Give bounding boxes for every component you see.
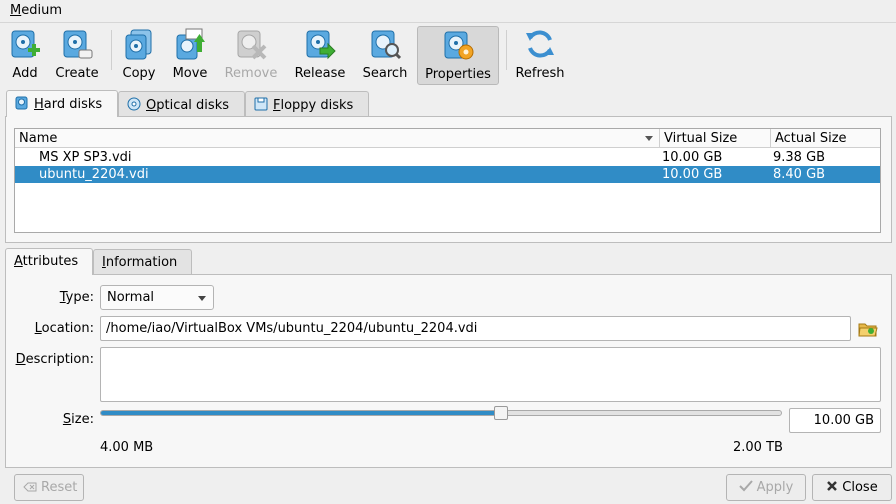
size-value: 10.00 GB — [813, 413, 874, 428]
browse-location-button[interactable] — [857, 318, 879, 340]
create-label: Create — [55, 66, 99, 81]
copy-label: Copy — [122, 66, 156, 81]
size-slider-fill — [101, 411, 502, 415]
move-label: Move — [172, 66, 208, 81]
copy-disk-icon — [125, 29, 152, 60]
size-slider-handle[interactable] — [494, 406, 508, 420]
release-disk-icon — [306, 30, 336, 60]
row-actual-size: 8.40 GB — [773, 167, 826, 182]
refresh-button[interactable]: Refresh — [512, 25, 568, 85]
size-field[interactable]: 10.00 GB — [789, 408, 881, 433]
search-label: Search — [362, 66, 408, 81]
row-name: ubuntu_2204.vdi — [39, 167, 149, 182]
refresh-label: Refresh — [515, 66, 565, 81]
release-button[interactable]: Release — [292, 25, 348, 85]
apply-button[interactable]: Apply — [726, 474, 806, 501]
chevron-down-icon — [198, 296, 206, 301]
optical-disk-icon — [127, 97, 141, 111]
row-virtual-size: 10.00 GB — [662, 150, 723, 165]
location-field[interactable]: /home/iao/VirtualBox VMs/ubuntu_2204/ubu… — [100, 316, 851, 341]
toolbar-separator — [506, 30, 507, 70]
table-row-selected[interactable]: ubuntu_2204.vdi 10.00 GB 8.40 GB — [15, 166, 880, 183]
move-disk-icon — [176, 28, 205, 60]
search-disk-icon — [371, 30, 401, 60]
tab-floppy-disks[interactable]: Floppy disks — [245, 91, 369, 116]
tab-optical-disks[interactable]: Optical disks — [118, 91, 245, 116]
toolbar-separator — [111, 30, 112, 70]
tab-information[interactable]: Information — [93, 249, 192, 274]
refresh-icon — [526, 30, 554, 58]
search-button[interactable]: Search — [360, 25, 410, 85]
type-label: Type: — [59, 290, 94, 305]
add-button[interactable]: Add — [4, 25, 46, 85]
type-value: Normal — [107, 290, 155, 305]
location-value: /home/iao/VirtualBox VMs/ubuntu_2204/ubu… — [106, 321, 478, 336]
close-button[interactable]: Close — [812, 474, 892, 501]
tab-attributes[interactable]: Attributes — [5, 248, 93, 275]
hard-disk-icon — [15, 96, 28, 110]
row-actual-size: 9.38 GB — [773, 150, 826, 165]
menu-bar: Medium — [0, 0, 896, 23]
sort-down-icon — [645, 136, 653, 141]
checkmark-icon — [738, 480, 753, 492]
row-name: MS XP SP3.vdi — [39, 150, 132, 165]
location-label: Location: — [34, 321, 94, 336]
column-header-virtual-size[interactable]: Virtual Size — [660, 129, 771, 148]
size-slider[interactable] — [100, 410, 782, 416]
backspace-icon — [23, 482, 37, 492]
floppy-disk-icon — [254, 97, 268, 111]
table-row[interactable]: MS XP SP3.vdi 10.00 GB 9.38 GB — [15, 149, 880, 166]
move-button[interactable]: Move — [168, 25, 212, 85]
column-header-name[interactable]: Name — [15, 129, 660, 148]
row-virtual-size: 10.00 GB — [662, 167, 723, 182]
column-header-actual-size[interactable]: Actual Size — [771, 129, 880, 148]
close-icon — [827, 481, 838, 491]
tab-hard-disks-label: Hard disks — [34, 97, 103, 112]
size-min-label: 4.00 MB — [100, 440, 154, 455]
description-field[interactable] — [100, 347, 881, 402]
release-label: Release — [294, 66, 346, 81]
properties-button[interactable]: Properties — [417, 26, 499, 85]
copy-button[interactable]: Copy — [118, 25, 160, 85]
properties-label: Properties — [425, 67, 491, 82]
size-label: Size: — [62, 412, 94, 427]
add-label: Add — [12, 66, 38, 81]
description-label: Description: — [15, 352, 94, 367]
create-button[interactable]: Create — [52, 25, 102, 85]
reset-button[interactable]: Reset — [14, 474, 84, 501]
tab-hard-disks[interactable]: Hard disks — [6, 90, 118, 117]
column-name-label: Name — [19, 131, 58, 146]
apply-label: Apply — [756, 480, 794, 495]
folder-icon — [858, 323, 878, 337]
tab-optical-disks-label: Optical disks — [146, 98, 229, 113]
close-label: Close — [842, 480, 878, 495]
column-virtual-size-label: Virtual Size — [664, 131, 738, 146]
remove-disk-icon — [237, 30, 267, 60]
create-disk-icon — [63, 30, 93, 59]
tab-floppy-disks-label: Floppy disks — [273, 98, 354, 113]
column-actual-size-label: Actual Size — [775, 131, 847, 146]
menu-medium[interactable]: Medium — [10, 3, 62, 18]
type-combobox[interactable]: Normal — [100, 285, 214, 310]
tab-attributes-label: Attributes — [14, 254, 79, 269]
remove-label: Remove — [224, 66, 278, 81]
add-disk-icon — [11, 30, 40, 58]
properties-disk-icon — [444, 31, 474, 60]
reset-label: Reset — [41, 480, 78, 495]
size-max-label: 2.00 TB — [733, 440, 783, 455]
tab-information-label: Information — [102, 255, 178, 270]
media-tree[interactable]: Name Virtual Size Actual Size MS XP SP3.… — [14, 128, 881, 233]
remove-button[interactable]: Remove — [222, 25, 280, 85]
